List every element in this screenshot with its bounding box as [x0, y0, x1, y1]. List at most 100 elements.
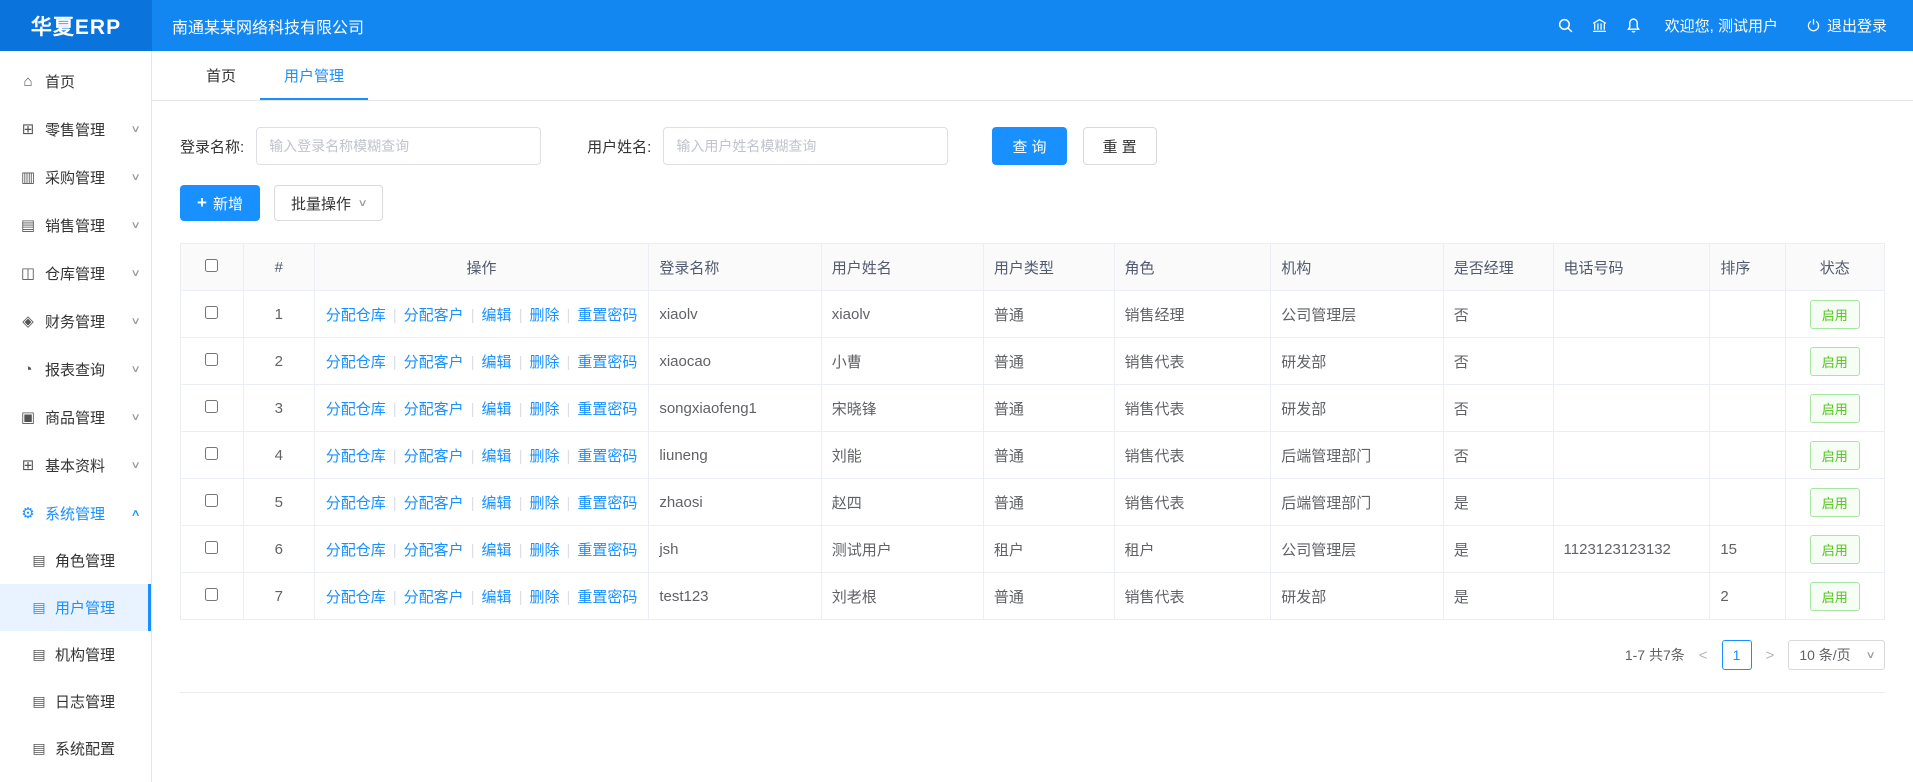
reset-password-link[interactable]: 重置密码: [577, 307, 637, 324]
page-size-select[interactable]: 10 条/页 ∨: [1788, 640, 1885, 670]
sidebar-item-product[interactable]: ▣商品管理∨: [0, 393, 151, 441]
login-name-input[interactable]: [256, 127, 541, 165]
reset-password-link[interactable]: 重置密码: [577, 448, 637, 465]
delete-link[interactable]: 删除: [529, 401, 559, 418]
status-badge[interactable]: 启用: [1810, 582, 1860, 611]
edit-link[interactable]: 编辑: [482, 307, 512, 324]
status-badge[interactable]: 启用: [1810, 488, 1860, 517]
batch-operation-button[interactable]: 批量操作 ∨: [274, 185, 383, 221]
assign-warehouse-link[interactable]: 分配仓库: [326, 354, 386, 371]
row-checkbox[interactable]: [205, 400, 218, 413]
assign-warehouse-link[interactable]: 分配仓库: [326, 448, 386, 465]
edit-link[interactable]: 编辑: [482, 401, 512, 418]
assign-warehouse-link[interactable]: 分配仓库: [326, 401, 386, 418]
sidebar-item-org-management[interactable]: ▤机构管理: [0, 631, 151, 678]
assign-customer-link[interactable]: 分配客户: [404, 495, 464, 512]
sidebar-item-warehouse[interactable]: ◫仓库管理∨: [0, 249, 151, 297]
assign-customer-link[interactable]: 分配客户: [404, 542, 464, 559]
row-checkbox[interactable]: [205, 447, 218, 460]
column-header-8: 电话号码: [1553, 244, 1710, 291]
cell-sort: 2: [1710, 573, 1785, 620]
sidebar-item-basic[interactable]: ⊞基本资料∨: [0, 441, 151, 489]
tab-home[interactable]: 首页: [182, 51, 260, 100]
status-badge[interactable]: 启用: [1810, 394, 1860, 423]
assign-customer-link[interactable]: 分配客户: [404, 448, 464, 465]
cell-organization: 研发部: [1271, 385, 1443, 432]
row-checkbox[interactable]: [205, 353, 218, 366]
row-checkbox[interactable]: [205, 494, 218, 507]
page-content: 登录名称: 用户姓名: 查 询 重 置 + 新增 批量操作 ∨: [152, 101, 1913, 782]
institution-icon[interactable]: [1583, 9, 1617, 43]
sidebar-item-retail[interactable]: ⊞零售管理∨: [0, 105, 151, 153]
logout-button[interactable]: 退出登录: [1806, 15, 1887, 36]
reset-button[interactable]: 重 置: [1083, 127, 1157, 165]
reset-password-link[interactable]: 重置密码: [577, 495, 637, 512]
cell-sort: [1710, 338, 1785, 385]
sidebar-item-user-management[interactable]: ▤用户管理: [0, 584, 151, 631]
assign-warehouse-link[interactable]: 分配仓库: [326, 495, 386, 512]
row-checkbox[interactable]: [205, 541, 218, 554]
row-actions: 分配仓库|分配客户|编辑|删除|重置密码: [314, 526, 649, 573]
row-checkbox[interactable]: [205, 306, 218, 319]
sidebar-item-label: 首页: [45, 71, 75, 92]
sidebar-item-purchase[interactable]: ▥采购管理∨: [0, 153, 151, 201]
edit-link[interactable]: 编辑: [482, 495, 512, 512]
page-number[interactable]: 1: [1722, 640, 1752, 670]
app-logo[interactable]: 华夏ERP: [0, 0, 152, 51]
sidebar-item-role-management[interactable]: ▤角色管理: [0, 537, 151, 584]
search-icon[interactable]: [1549, 9, 1583, 43]
delete-link[interactable]: 删除: [529, 542, 559, 559]
cell-user-name: 刘能: [821, 432, 983, 479]
sidebar-item-report[interactable]: ◔报表查询∨: [0, 345, 151, 393]
search-button[interactable]: 查 询: [992, 127, 1066, 165]
sidebar-item-finance[interactable]: ◈财务管理∨: [0, 297, 151, 345]
select-all-checkbox[interactable]: [205, 259, 218, 272]
separator: |: [393, 542, 397, 559]
sidebar-item-system-config[interactable]: ▤系统配置: [0, 725, 151, 772]
reset-password-link[interactable]: 重置密码: [577, 354, 637, 371]
sidebar-item-system[interactable]: ⚙系统管理∧: [0, 489, 151, 537]
reset-password-link[interactable]: 重置密码: [577, 401, 637, 418]
delete-link[interactable]: 删除: [529, 495, 559, 512]
assign-customer-link[interactable]: 分配客户: [404, 401, 464, 418]
edit-link[interactable]: 编辑: [482, 589, 512, 606]
notification-bell-icon[interactable]: [1617, 9, 1651, 43]
reset-password-link[interactable]: 重置密码: [577, 542, 637, 559]
status-badge[interactable]: 启用: [1810, 300, 1860, 329]
sidebar-item-sales[interactable]: ▤销售管理∨: [0, 201, 151, 249]
edit-link[interactable]: 编辑: [482, 542, 512, 559]
status-badge[interactable]: 启用: [1810, 535, 1860, 564]
add-button[interactable]: + 新增: [180, 185, 260, 221]
tab-user-management[interactable]: 用户管理: [260, 51, 368, 100]
next-page-icon[interactable]: >: [1764, 647, 1777, 664]
delete-link[interactable]: 删除: [529, 354, 559, 371]
delete-link[interactable]: 删除: [529, 448, 559, 465]
separator: |: [519, 542, 523, 559]
sidebar-menu: ⌂首页⊞零售管理∨▥采购管理∨▤销售管理∨◫仓库管理∨◈财务管理∨◔报表查询∨▣…: [0, 51, 152, 782]
assign-customer-link[interactable]: 分配客户: [404, 589, 464, 606]
assign-warehouse-link[interactable]: 分配仓库: [326, 589, 386, 606]
sidebar-item-home[interactable]: ⌂首页: [0, 57, 151, 105]
delete-link[interactable]: 删除: [529, 589, 559, 606]
assign-customer-link[interactable]: 分配客户: [404, 354, 464, 371]
separator: |: [519, 589, 523, 606]
separator: |: [566, 354, 570, 371]
assign-warehouse-link[interactable]: 分配仓库: [326, 542, 386, 559]
cell-user-type: 普通: [983, 432, 1114, 479]
prev-page-icon[interactable]: <: [1697, 647, 1710, 664]
filter-row: 登录名称: 用户姓名: 查 询 重 置: [180, 127, 1885, 165]
row-checkbox[interactable]: [205, 588, 218, 601]
cell-organization: 公司管理层: [1271, 291, 1443, 338]
sidebar-item-log-management[interactable]: ▤日志管理: [0, 678, 151, 725]
reset-password-link[interactable]: 重置密码: [577, 589, 637, 606]
status-badge[interactable]: 启用: [1810, 347, 1860, 376]
assign-customer-link[interactable]: 分配客户: [404, 307, 464, 324]
cell-login-name: songxiaofeng1: [649, 385, 821, 432]
table-row: 3分配仓库|分配客户|编辑|删除|重置密码songxiaofeng1宋晓锋普通销…: [181, 385, 1885, 432]
user-name-input[interactable]: [663, 127, 948, 165]
status-badge[interactable]: 启用: [1810, 441, 1860, 470]
delete-link[interactable]: 删除: [529, 307, 559, 324]
edit-link[interactable]: 编辑: [482, 448, 512, 465]
edit-link[interactable]: 编辑: [482, 354, 512, 371]
assign-warehouse-link[interactable]: 分配仓库: [326, 307, 386, 324]
